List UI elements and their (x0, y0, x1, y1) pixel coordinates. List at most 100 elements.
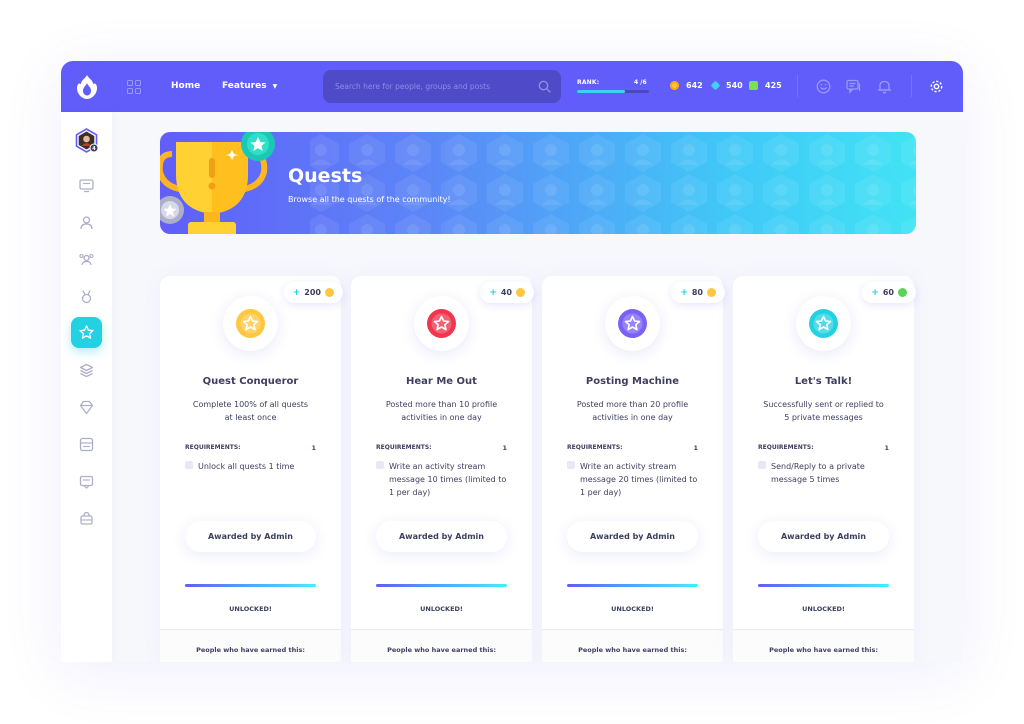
search-icon[interactable] (538, 80, 551, 93)
requirement-text: Write an activity stream message 10 time… (389, 462, 507, 497)
streams-icon[interactable] (79, 363, 94, 378)
bell-icon[interactable] (877, 79, 892, 94)
quest-star-icon (618, 309, 647, 338)
profile-icon[interactable] (79, 215, 94, 230)
reward-badge: + 40 (480, 282, 534, 303)
page-title: Quests (288, 165, 363, 187)
quest-status: UNLOCKED! (611, 605, 654, 613)
quest-card: + 80 Posting Machine Posted more than 20… (542, 276, 725, 662)
currency-gems: 540 (710, 80, 743, 91)
requirements-count: 1 (693, 444, 698, 452)
page-subtitle: Browse all the quests of the community! (288, 195, 451, 204)
badges-icon[interactable] (79, 289, 94, 304)
awarded-by-button[interactable]: Awarded by Admin (185, 521, 316, 552)
divider (911, 75, 912, 97)
coin-icon (325, 288, 334, 297)
currency-gems-value: 540 (726, 81, 743, 90)
awarded-by-button[interactable]: Awarded by Admin (567, 521, 698, 552)
events-icon[interactable] (79, 400, 94, 415)
left-sidebar: 4 (61, 112, 112, 662)
messages-icon[interactable] (846, 79, 861, 94)
requirements-label: REQUIREMENTS: (758, 444, 814, 451)
groups-icon[interactable] (79, 252, 94, 267)
forums-icon[interactable] (79, 437, 94, 452)
rank-label: RANK: (577, 79, 600, 86)
earned-by-label: People who have earned this: (387, 646, 496, 654)
reward-badge: + 200 (283, 282, 343, 303)
gem-icon (710, 80, 721, 91)
quests-banner: Quests Browse all the quests of the comm… (160, 132, 916, 234)
top-bar: Home Features ▼ RANK: 4 /6 642 540 425 (61, 61, 963, 112)
currency-coins: 642 (670, 81, 703, 90)
requirement-checkbox (758, 461, 766, 469)
earned-by-label: People who have earned this: (769, 646, 878, 654)
avatar[interactable]: 4 (74, 128, 99, 153)
marketplace-icon[interactable] (79, 474, 94, 489)
newsfeed-icon[interactable] (79, 178, 94, 193)
trophy-icon (160, 132, 275, 234)
quest-status: UNLOCKED! (420, 605, 463, 613)
friends-icon[interactable] (816, 79, 831, 94)
coin-icon (707, 288, 716, 297)
awarded-by-button[interactable]: Awarded by Admin (376, 521, 507, 552)
avatar-level-badge: 4 (92, 146, 96, 152)
reward-value: 60 (882, 288, 894, 297)
requirements-count: 1 (884, 444, 889, 452)
quest-description: Posted more than 20 profile activities i… (576, 400, 689, 422)
quest-title: Quest Conqueror (202, 376, 299, 387)
quest-progress-bar (567, 584, 698, 587)
requirement-checkbox (185, 461, 193, 469)
requirement-text: Write an activity stream message 20 time… (580, 462, 698, 497)
reward-badge: + 80 (671, 282, 725, 303)
chevron-down-icon: ▼ (272, 82, 278, 90)
quest-card: + 200 Quest Conqueror Complete 100% of a… (160, 276, 343, 662)
plus-icon: + (489, 287, 497, 298)
currency-emeralds-value: 425 (765, 81, 782, 90)
requirement-text: Send/Reply to a private message 5 times (771, 462, 865, 484)
reward-value: 40 (500, 288, 512, 297)
requirement-checkbox (567, 461, 575, 469)
nav-features[interactable]: Features ▼ (222, 81, 277, 91)
app-window: Home Features ▼ RANK: 4 /6 642 540 425 (61, 61, 963, 662)
quest-star-icon (236, 309, 265, 338)
quest-description: Complete 100% of all quests at least onc… (192, 400, 309, 422)
sidebar-item-quests[interactable] (71, 317, 102, 348)
requirements-label: REQUIREMENTS: (376, 444, 432, 451)
gear-icon[interactable] (929, 79, 944, 94)
shop-icon[interactable] (79, 511, 94, 526)
plus-icon: + (292, 287, 301, 298)
quest-progress-bar (758, 584, 889, 587)
search-input[interactable] (323, 70, 561, 103)
quest-title: Hear Me Out (406, 376, 477, 387)
quest-star-icon (809, 309, 838, 338)
quest-card: + 40 Hear Me Out Posted more than 10 pro… (351, 276, 534, 662)
quest-title: Let's Talk! (794, 376, 853, 387)
rank-value: 4 /6 (634, 79, 647, 86)
earned-by-label: People who have earned this: (578, 646, 687, 654)
quest-description: Posted more than 10 profile activities i… (385, 400, 498, 422)
requirement-text: Unlock all quests 1 time (198, 462, 295, 471)
quest-badge (223, 296, 278, 351)
awarded-by-button[interactable]: Awarded by Admin (758, 521, 889, 552)
quest-progress-bar (185, 584, 316, 587)
quest-badge (796, 296, 851, 351)
currency-coins-value: 642 (686, 81, 703, 90)
coin-icon (516, 288, 525, 297)
coin-icon (898, 288, 907, 297)
nav-features-label: Features (222, 81, 267, 91)
grid-menu-icon[interactable] (127, 80, 141, 94)
quest-status: UNLOCKED! (802, 605, 845, 613)
plus-icon: + (680, 287, 688, 298)
requirement-checkbox (376, 461, 384, 469)
requirements-count: 1 (311, 444, 316, 452)
rank-progress-bar (577, 90, 649, 93)
requirements-label: REQUIREMENTS: (567, 444, 623, 451)
quest-title: Posting Machine (585, 376, 680, 387)
logo-icon[interactable] (75, 74, 99, 100)
quest-status: UNLOCKED! (229, 605, 272, 613)
nav-home[interactable]: Home (171, 81, 200, 91)
quest-badge (414, 296, 469, 351)
reward-value: 80 (691, 288, 703, 297)
requirements-label: REQUIREMENTS: (185, 444, 241, 451)
quests-icon (79, 325, 94, 339)
